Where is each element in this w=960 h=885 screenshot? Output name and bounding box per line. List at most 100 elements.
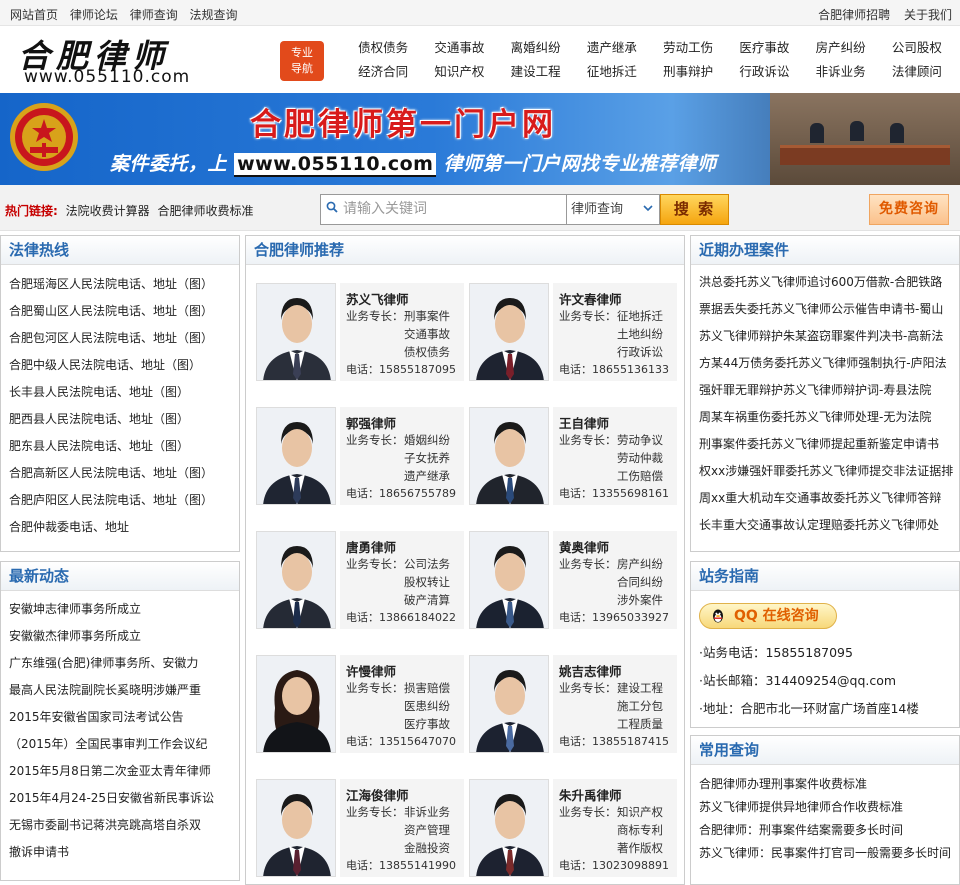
lawyer-card[interactable]: 江海俊律师 业务专长：非诉业务 资产管理 金融投资 电话：13855141990	[256, 779, 466, 879]
search-type-select[interactable]: 律师查询	[566, 194, 660, 225]
lawyer-name[interactable]: 黄奥律师	[559, 537, 677, 555]
nav-item[interactable]: 建设工程	[498, 60, 574, 84]
list-item[interactable]: 无锡市委副书记蒋洪亮跳高塔自杀双	[1, 812, 239, 839]
list-item[interactable]: 周xx重大机动车交通事故委托苏义飞律师答辩	[691, 485, 959, 512]
list-item[interactable]: 长丰县人民法院电话、地址（图）	[1, 379, 239, 406]
lawyer-photo[interactable]	[256, 655, 336, 753]
list-item[interactable]: 2015年安徽省国家司法考试公告	[1, 704, 239, 731]
list-item[interactable]: 刑事案件委托苏义飞律师提起重新鉴定申请书	[691, 431, 959, 458]
banner[interactable]: 合肥律师第一门户网 案件委托，上 www.055110.com 律师第一门户网找…	[0, 93, 960, 185]
list-item[interactable]: 2015年5月8日第二次金亚太青年律师	[1, 758, 239, 785]
lawyer-name[interactable]: 郭强律师	[346, 413, 464, 431]
list-item[interactable]: 合肥高新区人民法院电话、地址（图）	[1, 460, 239, 487]
list-item[interactable]: 周某车祸重伤委托苏义飞律师处理-无为法院	[691, 404, 959, 431]
list-item[interactable]: 洪总委托苏义飞律师追讨600万借款-合肥铁路	[691, 269, 959, 296]
lawyer-name[interactable]: 朱升禹律师	[559, 785, 677, 803]
list-item[interactable]: 方某44万债务委托苏义飞律师强制执行-庐阳法	[691, 350, 959, 377]
list-item[interactable]: 安徽徽杰律师事务所成立	[1, 623, 239, 650]
lawyer-photo[interactable]	[469, 531, 549, 629]
lawyer-photo[interactable]	[469, 407, 549, 505]
nav-item[interactable]: 债权债务	[345, 36, 421, 60]
nav-item[interactable]: 遗产继承	[574, 36, 650, 60]
free-consult-button[interactable]: 免费咨询	[869, 194, 949, 225]
lawyer-photo[interactable]	[469, 779, 549, 877]
lawyer-card[interactable]: 郭强律师 业务专长：婚姻纠纷 子女抚养 遗产继承 电话：18656755789	[256, 407, 466, 507]
list-item[interactable]: 2015年4月24-25日安徽省新民事诉讼	[1, 785, 239, 812]
link-recruit[interactable]: 合肥律师招聘	[818, 8, 890, 22]
phone-number: 13355698161	[592, 487, 669, 500]
list-item[interactable]: （2015年）全国民事审判工作会议纪	[1, 731, 239, 758]
lawyer-name[interactable]: 唐勇律师	[346, 537, 464, 555]
link-about[interactable]: 关于我们	[904, 8, 952, 22]
list-item[interactable]: 广东维强(合肥)律师事务所、安徽力	[1, 650, 239, 677]
lawyer-card[interactable]: 朱升禹律师 业务专长：知识产权 商标专利 著作版权 电话：13023098891	[469, 779, 679, 879]
link-home[interactable]: 网站首页	[10, 8, 58, 22]
specialty-label: 业务专长：	[346, 433, 404, 447]
nav-item[interactable]: 医疗事故	[726, 36, 802, 60]
link-law-search[interactable]: 法规查询	[190, 8, 238, 22]
list-item[interactable]: 安徽坤志律师事务所成立	[1, 596, 239, 623]
lawyer-name[interactable]: 姚吉志律师	[559, 661, 677, 679]
hot-link-court-fee[interactable]: 法院收费计算器	[66, 204, 150, 218]
nav-item[interactable]: 知识产权	[421, 60, 497, 84]
list-item[interactable]: 合肥仲裁委电话、地址	[1, 514, 239, 541]
hot-link-lawyer-fee[interactable]: 合肥律师收费标准	[157, 204, 253, 218]
search-button[interactable]: 搜 索	[660, 194, 729, 225]
lawyer-card[interactable]: 黄奥律师 业务专长：房产纠纷 合同纠纷 涉外案件 电话：13965033927	[469, 531, 679, 631]
list-item[interactable]: 最高人民法院副院长奚晓明涉嫌严重	[1, 677, 239, 704]
qq-consult-button[interactable]: QQ 在线咨询	[699, 603, 837, 629]
list-item[interactable]: 合肥包河区人民法院电话、地址（图）	[1, 325, 239, 352]
lawyer-name[interactable]: 江海俊律师	[346, 785, 464, 803]
list-item[interactable]: 长丰重大交通事故认定理赔委托苏义飞律师处	[691, 512, 959, 539]
nav-item[interactable]: 公司股权	[879, 36, 955, 60]
link-lawyer-search[interactable]: 律师查询	[130, 8, 178, 22]
nav-item[interactable]: 非诉业务	[803, 60, 879, 84]
lawyer-card[interactable]: 姚吉志律师 业务专长：建设工程 施工分包 工程质量 电话：13855187415	[469, 655, 679, 755]
nav-item[interactable]: 法律顾问	[879, 60, 955, 84]
professional-nav-button[interactable]: 专业 导航	[280, 41, 324, 81]
nav-item[interactable]: 离婚纠纷	[498, 36, 574, 60]
list-item[interactable]: 合肥庐阳区人民法院电话、地址（图）	[1, 487, 239, 514]
lawyer-name[interactable]: 许慢律师	[346, 661, 464, 679]
specialty-item: 房产纠纷	[617, 557, 663, 571]
nav-item[interactable]: 劳动工伤	[650, 36, 726, 60]
lawyer-card[interactable]: 唐勇律师 业务专长：公司法务 股权转让 破产清算 电话：13866184022	[256, 531, 466, 631]
nav-item[interactable]: 经济合同	[345, 60, 421, 84]
lawyer-photo[interactable]	[256, 531, 336, 629]
list-item[interactable]: 苏义飞律师辩护朱某盗窃罪案件判决书-高新法	[691, 323, 959, 350]
nav-item[interactable]: 征地拆迁	[574, 60, 650, 84]
list-item[interactable]: 强奸罪无罪辩护苏义飞律师辩护词-寿县法院	[691, 377, 959, 404]
list-item[interactable]: 合肥瑶海区人民法院电话、地址（图）	[1, 271, 239, 298]
link-forum[interactable]: 律师论坛	[70, 8, 118, 22]
list-item[interactable]: 撤诉申请书	[1, 839, 239, 866]
lawyer-card[interactable]: 王自律师 业务专长：劳动争议 劳动仲裁 工伤赔偿 电话：13355698161	[469, 407, 679, 507]
list-item[interactable]: 肥东县人民法院电话、地址（图）	[1, 433, 239, 460]
lawyer-card[interactable]: 许文春律师 业务专长：征地拆迁 土地纠纷 行政诉讼 电话：18655136133	[469, 283, 679, 383]
list-item[interactable]: 合肥中级人民法院电话、地址（图）	[1, 352, 239, 379]
list-item[interactable]: 肥西县人民法院电话、地址（图）	[1, 406, 239, 433]
nav-item[interactable]: 刑事辩护	[650, 60, 726, 84]
lawyer-photo[interactable]	[256, 407, 336, 505]
search-input[interactable]: 请输入关键词	[320, 194, 566, 225]
list-item[interactable]: 苏义飞律师：民事案件打官司一般需要多长时间	[691, 842, 959, 865]
lawyer-card[interactable]: 苏义飞律师 业务专长：刑事案件 交通事故 债权债务 电话：15855187095	[256, 283, 466, 383]
lawyer-name[interactable]: 许文春律师	[559, 289, 677, 307]
nav-item[interactable]: 房产纠纷	[803, 36, 879, 60]
nav-item[interactable]: 行政诉讼	[726, 60, 802, 84]
list-item[interactable]: 苏义飞律师提供异地律师合作收费标准	[691, 796, 959, 819]
list-item[interactable]: 权xx涉嫌强奸罪委托苏义飞律师提交非法证据排	[691, 458, 959, 485]
lawyer-photo[interactable]	[256, 779, 336, 877]
slogan-url[interactable]: www.055110.com	[234, 153, 437, 177]
lawyer-name[interactable]: 王自律师	[559, 413, 677, 431]
lawyer-name[interactable]: 苏义飞律师	[346, 289, 464, 307]
site-logo-url[interactable]: www.055110.com	[24, 67, 190, 87]
list-item[interactable]: 合肥律师：刑事案件结案需要多长时间	[691, 819, 959, 842]
list-item[interactable]: 合肥律师办理刑事案件收费标准	[691, 773, 959, 796]
nav-item[interactable]: 交通事故	[421, 36, 497, 60]
list-item[interactable]: 票据丢失委托苏义飞律师公示催告申请书-蜀山	[691, 296, 959, 323]
list-item[interactable]: 合肥蜀山区人民法院电话、地址（图）	[1, 298, 239, 325]
lawyer-photo[interactable]	[469, 283, 549, 381]
lawyer-card[interactable]: 许慢律师 业务专长：损害赔偿 医患纠纷 医疗事故 电话：13515647070	[256, 655, 466, 755]
lawyer-photo[interactable]	[256, 283, 336, 381]
lawyer-photo[interactable]	[469, 655, 549, 753]
